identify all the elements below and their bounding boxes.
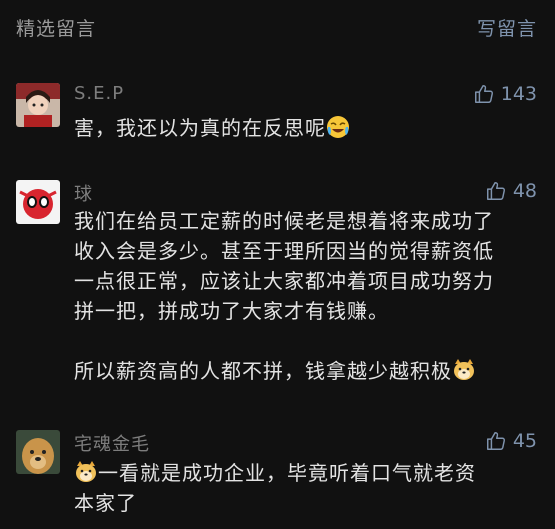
like-button[interactable]: 48 xyxy=(485,180,537,202)
write-comment-button[interactable]: 写留言 xyxy=(477,14,537,41)
comment-nickname[interactable]: S.E.P xyxy=(74,83,124,104)
like-button[interactable]: 143 xyxy=(473,83,537,105)
avatar[interactable] xyxy=(16,180,60,224)
like-count: 45 xyxy=(512,430,537,452)
comment-text-line: 害，我还以为真的在反思呢 xyxy=(74,116,326,140)
comment-text: 害，我还以为真的在反思呢 xyxy=(74,113,533,143)
thumbs-up-icon xyxy=(474,85,493,103)
laughing-crying-emoji xyxy=(327,116,349,138)
section-title: 精选留言 xyxy=(16,18,97,40)
avatar[interactable] xyxy=(16,83,60,127)
thumbs-up-icon xyxy=(486,182,505,200)
comment-text-line: 收入会是多少。甚至于理所因当的觉得薪资低 xyxy=(74,239,494,263)
doge-emoji xyxy=(454,359,474,380)
comment-text-line: 一看就是成功企业，毕竟听着口气就老资 xyxy=(98,461,476,485)
comment-nickname[interactable]: 宅魂金毛 xyxy=(74,430,150,456)
comment-item: 宅魂金毛 45 一看就是成功企业，毕竟听着口气就老资 本家了 xyxy=(16,430,537,525)
comment-text-line: 所以薪资高的人都不拼，钱拿越少越积极 xyxy=(74,359,452,383)
avatar[interactable] xyxy=(16,430,60,474)
like-button[interactable]: 45 xyxy=(485,430,537,452)
comments-header: 精选留言 写留言 xyxy=(16,14,537,42)
comment-item: 球 48 我们在给员工定薪的时候老是想着将来成功了 收入会是多少。甚至于理所因当… xyxy=(16,180,537,395)
comment-text-line: 拼一把，拼成功了大家才有钱赚。 xyxy=(74,299,389,323)
comment-text-line: 我们在给员工定薪的时候老是想着将来成功了 xyxy=(74,209,494,233)
comment-nickname[interactable]: 球 xyxy=(74,180,93,206)
comments-page: 精选留言 写留言 S.E.P 143 害，我还以为真的在反思呢 球 48 我们在… xyxy=(0,0,555,529)
comment-text-line: 一点很正常，应该让大家都冲着项目成功努力 xyxy=(74,269,494,293)
like-count: 143 xyxy=(500,83,537,105)
thumbs-up-icon xyxy=(486,432,505,450)
doge-emoji xyxy=(76,461,96,482)
comment-text: 我们在给员工定薪的时候老是想着将来成功了 收入会是多少。甚至于理所因当的觉得薪资… xyxy=(74,206,533,386)
comment-text-line: 本家了 xyxy=(74,491,137,515)
like-count: 48 xyxy=(512,180,537,202)
comment-text: 一看就是成功企业，毕竟听着口气就老资 本家了 xyxy=(74,458,533,518)
comment-item: S.E.P 143 害，我还以为真的在反思呢 xyxy=(16,83,537,143)
